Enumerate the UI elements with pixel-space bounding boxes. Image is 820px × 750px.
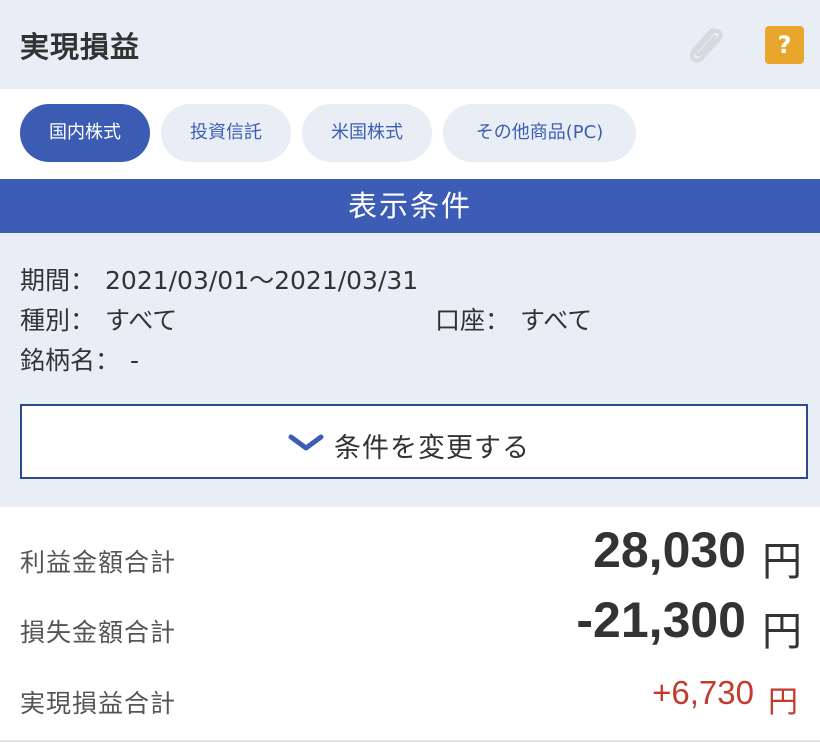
net-unit: 円 (768, 685, 798, 720)
net-label: 実現損益合計 (20, 689, 177, 718)
period-row: 期間： 2021/03/01〜2021/03/31 (20, 261, 418, 297)
tab-other-products[interactable]: その他商品(PC) (443, 104, 636, 162)
period-value: 2021/03/01〜2021/03/31 (105, 266, 419, 295)
paperclip-icon[interactable] (682, 22, 728, 70)
account-row: 口座： すべて (435, 301, 592, 337)
account-value: すべて (520, 306, 593, 335)
tab-us-stocks[interactable]: 米国株式 (302, 104, 432, 162)
tab-investment-trusts[interactable]: 投資信託 (161, 104, 291, 162)
profit-label: 利益金額合計 (20, 548, 177, 577)
tab-domestic-stocks[interactable]: 国内株式 (20, 104, 150, 162)
conditions-header: 表示条件 (0, 179, 820, 233)
net-value: +6,730 (652, 674, 754, 711)
help-icon[interactable]: ? (765, 26, 804, 64)
pl-summary: 利益金額合計 28,030 円 損失金額合計 -21,300 円 実現損益合計 … (0, 507, 820, 750)
profit-unit: 円 (762, 539, 802, 585)
account-label: 口座： (435, 306, 511, 335)
loss-unit: 円 (762, 609, 802, 655)
name-label: 銘柄名： (20, 346, 121, 375)
change-conditions-label: 条件を変更する (334, 433, 530, 464)
page-header: 実現損益 ? (0, 0, 820, 89)
name-value: - (130, 346, 140, 375)
product-tabs: 国内株式 投資信託 米国株式 その他商品(PC) (0, 89, 820, 179)
page-title: 実現損益 (20, 30, 141, 64)
loss-value: -21,300 (576, 592, 746, 648)
type-row: 種別： すべて (20, 301, 177, 337)
change-conditions-button[interactable]: 条件を変更する (20, 404, 808, 479)
divider (0, 740, 820, 742)
loss-label: 損失金額合計 (20, 618, 177, 647)
type-value: すべて (105, 306, 178, 335)
profit-value: 28,030 (593, 522, 746, 578)
type-label: 種別： (20, 306, 96, 335)
name-row: 銘柄名： - (20, 341, 139, 377)
period-label: 期間： (20, 266, 96, 295)
chevron-down-icon (288, 434, 324, 451)
conditions-panel: 期間： 2021/03/01〜2021/03/31 種別： すべて 口座： すべて 銘… (0, 233, 820, 507)
